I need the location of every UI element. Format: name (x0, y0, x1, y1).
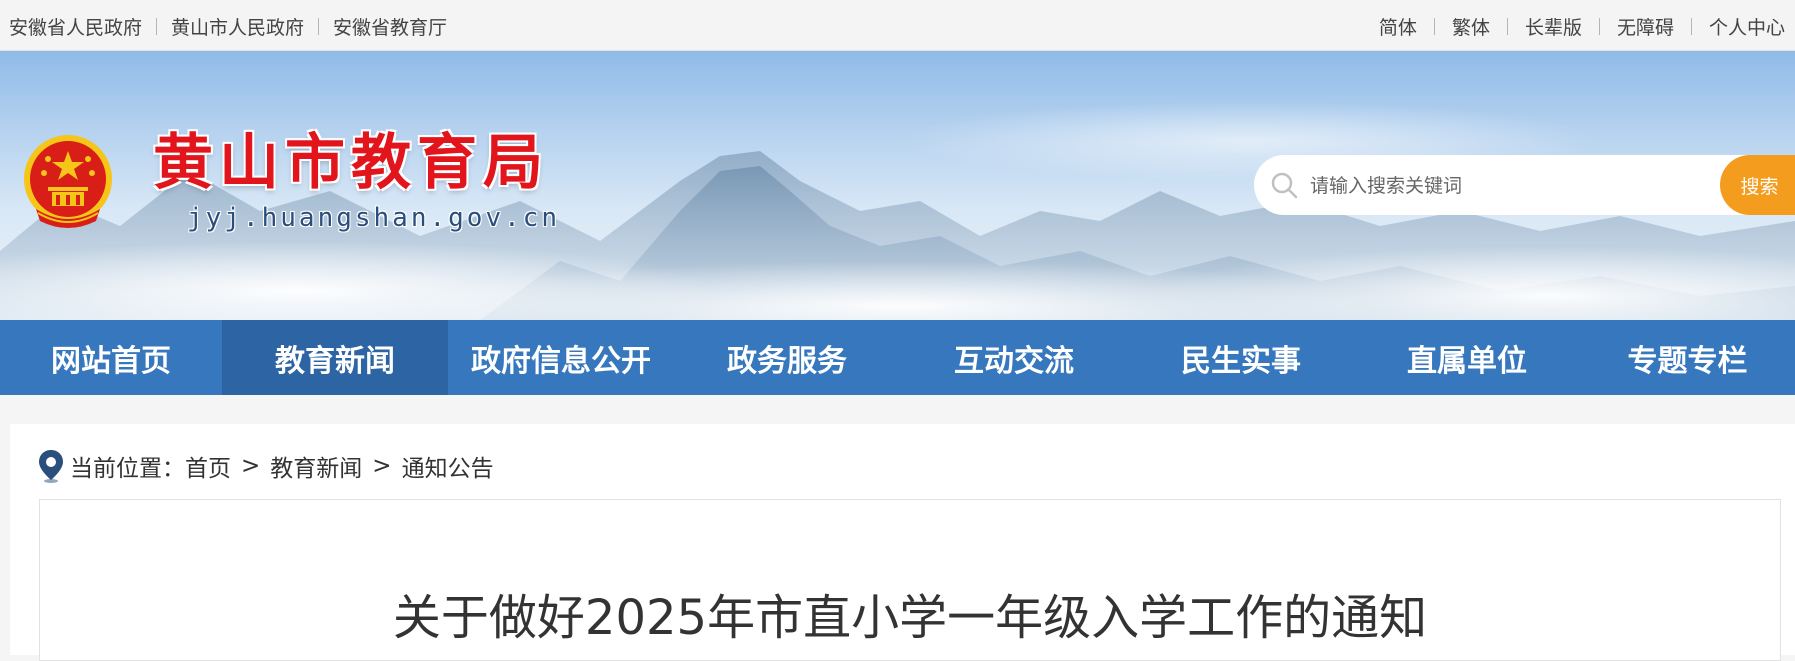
link-elder-version[interactable]: 长辈版 (1525, 13, 1582, 40)
site-title: 黄山市教育局 (153, 128, 549, 198)
site-domain: jyj.huangshan.gov.cn (187, 203, 561, 233)
breadcrumb-education-news[interactable]: 教育新闻 (270, 449, 362, 483)
top-left-links: 安徽省人民政府 黄山市人民政府 安徽省教育厅 (9, 13, 447, 40)
divider (156, 18, 158, 35)
nav-item-gov-services[interactable]: 政务服务 (674, 320, 900, 395)
link-simplified[interactable]: 简体 (1379, 13, 1417, 40)
search-icon (1271, 172, 1298, 199)
top-right-links: 简体 繁体 长辈版 无障碍 个人中心 (1379, 13, 1785, 40)
divider (318, 18, 320, 35)
content-area: 当前位置： 首页 > 教育新闻 > 通知公告 关于做好2025年市直小学一年级入… (10, 424, 1795, 661)
divider (1433, 18, 1435, 35)
nav-item-livelihood[interactable]: 民生实事 (1128, 320, 1354, 395)
nav-item-interaction[interactable]: 互动交流 (900, 320, 1128, 395)
nav-item-home[interactable]: 网站首页 (0, 320, 222, 395)
link-huangshan-gov[interactable]: 黄山市人民政府 (171, 13, 304, 40)
link-accessibility[interactable]: 无障碍 (1617, 13, 1674, 40)
search-input[interactable] (1308, 155, 1712, 215)
divider (1598, 18, 1600, 35)
search-button[interactable]: 搜索 (1720, 155, 1795, 215)
breadcrumb-notices[interactable]: 通知公告 (402, 449, 494, 483)
link-personal-center[interactable]: 个人中心 (1709, 13, 1785, 40)
nav-item-education-news[interactable]: 教育新闻 (222, 320, 448, 395)
divider (1690, 18, 1692, 35)
link-traditional[interactable]: 繁体 (1452, 13, 1490, 40)
location-pin-icon (39, 450, 63, 483)
link-anhui-education[interactable]: 安徽省教育厅 (333, 13, 447, 40)
divider (1506, 18, 1508, 35)
top-utility-bar: 安徽省人民政府 黄山市人民政府 安徽省教育厅 简体 繁体 长辈版 无障碍 个人中… (0, 0, 1795, 51)
breadcrumb-home[interactable]: 首页 (185, 449, 231, 483)
search-box: 搜索 (1254, 155, 1795, 215)
breadcrumb-separator: > (372, 453, 392, 479)
article-panel: 关于做好2025年市直小学一年级入学工作的通知 (39, 499, 1781, 661)
link-anhui-gov[interactable]: 安徽省人民政府 (9, 13, 142, 40)
national-emblem-icon (24, 135, 112, 228)
nav-item-affiliated-units[interactable]: 直属单位 (1354, 320, 1580, 395)
article-title: 关于做好2025年市直小学一年级入学工作的通知 (392, 590, 1428, 646)
breadcrumb-label: 当前位置： (70, 456, 185, 482)
header-banner: 黄山市教育局 jyj.huangshan.gov.cn 搜索 (0, 51, 1795, 320)
main-nav: 网站首页 教育新闻 政府信息公开 政务服务 互动交流 民生实事 直属单位 专题专… (0, 320, 1795, 395)
nav-item-special-topics[interactable]: 专题专栏 (1580, 320, 1795, 395)
nav-item-gov-info-disclosure[interactable]: 政府信息公开 (448, 320, 674, 395)
breadcrumb-separator: > (241, 453, 261, 479)
breadcrumb: 当前位置： 首页 > 教育新闻 > 通知公告 (38, 446, 494, 486)
